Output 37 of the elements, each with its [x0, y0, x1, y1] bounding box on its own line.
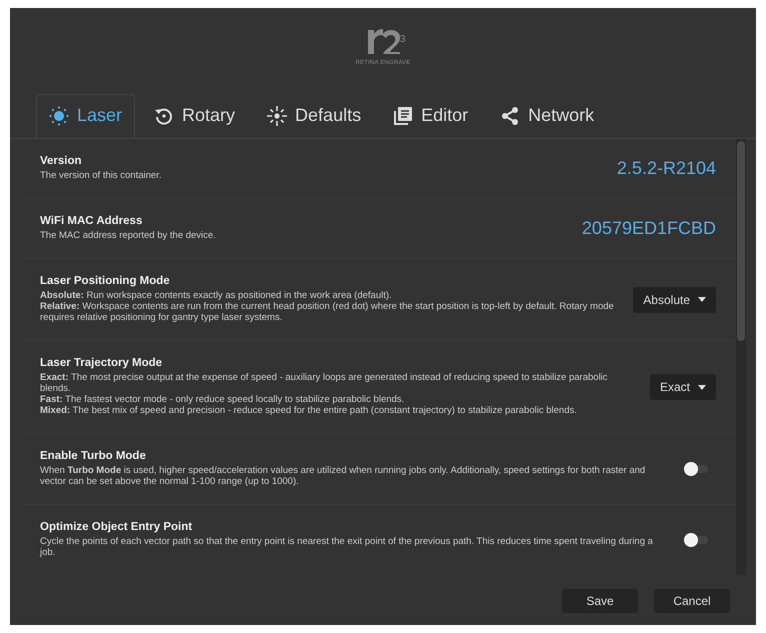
document-icon — [393, 106, 414, 126]
setting-description: Absolute: Run workspace contents exactly as positioned in the work area (default). — [40, 291, 393, 302]
tab[interactable]: Network — [487, 94, 608, 138]
setting-title: Enable Turbo Mode — [40, 450, 147, 462]
setting-title: Laser Trajectory Mode — [40, 357, 164, 370]
setting-description: Fast: The fastest vector mode - only reduce speed locally to stabilize parabolic blends. — [40, 395, 406, 406]
toggle-switch[interactable] — [686, 464, 708, 473]
tab[interactable]: Laser — [36, 94, 136, 138]
tab[interactable]: Defaults — [254, 94, 374, 138]
toggle-switch[interactable] — [686, 536, 708, 544]
dialog-button[interactable]: Cancel — [654, 589, 730, 613]
setting-description: The version of this container. — [40, 171, 162, 182]
caret-icon — [698, 384, 706, 390]
setting-title: Optimize Object Entry Point — [40, 521, 194, 534]
setting-description: When Turbo Mode is used, higher speed/acceleration values are utilized when running jobs only. Additionally, speed settings for both raster and vector can be set above the normal 1-100 range (up to 1000). — [40, 466, 646, 488]
caret-icon — [698, 297, 706, 302]
share-icon — [500, 106, 520, 126]
setting-description: The MAC address reported by the device. — [40, 231, 217, 242]
dialog-button[interactable]: Save — [562, 589, 638, 613]
logo-superscript: 3 — [400, 34, 406, 45]
setting-value: 2.5.2-R2104 — [616, 158, 716, 180]
setting-title: Laser Positioning Mode — [40, 275, 171, 288]
dropdown[interactable]: Exact — [650, 374, 716, 400]
setting-description: Cycle the points of each vector path so that the entry point is nearest the exit point of the previous path. This reduces time spent traveling during a job. — [40, 537, 654, 559]
setting-value: 20579ED1FCBD — [582, 218, 716, 240]
tab[interactable]: Editor — [380, 94, 482, 138]
setting-description: Mixed: The best mix of speed and precision - reduce speed for the entire path (constant trajectory) to stabilize parabolic blends. — [40, 406, 578, 417]
sun-icon — [49, 106, 69, 126]
setting-title: WiFi MAC Address — [40, 215, 144, 228]
dropdown[interactable]: Absolute — [633, 286, 716, 313]
setting-description: Relative: Workspace contents are run from the current head position (red dot) where the start position is top-left by default. Rotary mode requires relative positioning for gantry type laser systems. — [40, 302, 615, 324]
rotate-icon — [154, 106, 174, 126]
sparkle-icon — [267, 106, 288, 126]
setting-description: Exact: The most precise output at the expense of speed - auxiliary loops are generated instead of reducing speed to stabilize parabolic blends. — [40, 373, 609, 395]
logo-icon — [366, 26, 400, 56]
setting-title: Version — [40, 155, 83, 168]
tab[interactable]: Rotary — [141, 94, 248, 138]
